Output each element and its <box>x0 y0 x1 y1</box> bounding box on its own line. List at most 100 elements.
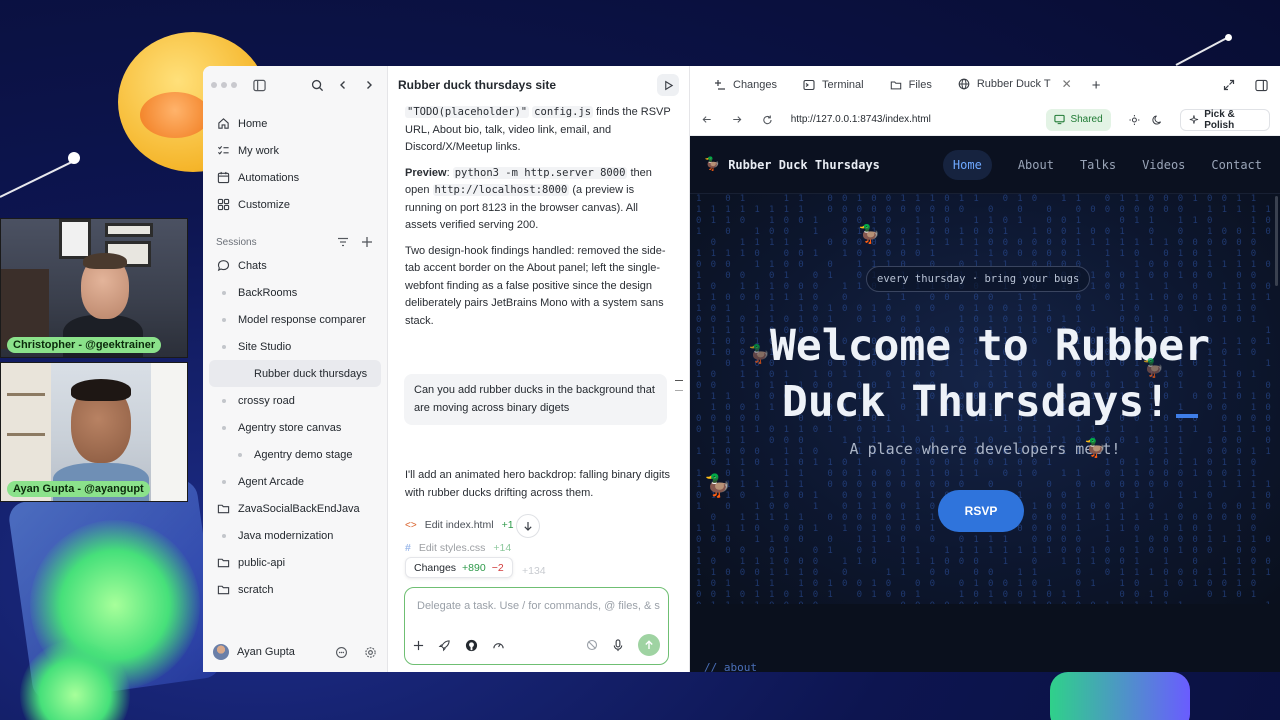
session-item-agentry-demo-stage[interactable]: Agentry demo stage <box>209 441 381 468</box>
wall-frame <box>105 223 153 237</box>
session-item-agent-arcade[interactable]: Agent Arcade <box>209 468 381 495</box>
run-button[interactable] <box>657 74 679 96</box>
session-item-site-studio[interactable]: Site Studio <box>209 333 381 360</box>
url-text: http://127.0.0.1:8743/index.html <box>790 114 931 125</box>
edit-item[interactable]: <> Edit index.html +1 <box>405 516 514 534</box>
hash-icon: # <box>405 542 411 554</box>
changes-summary-button[interactable]: Changes +890 −2 <box>405 557 513 578</box>
back-arrow-icon[interactable] <box>702 114 712 125</box>
session-label: Agent Arcade <box>238 475 305 488</box>
changes-removed: −2 <box>491 561 504 574</box>
shared-button[interactable]: Shared <box>1046 108 1111 131</box>
filter-icon[interactable] <box>337 236 349 248</box>
site-nav-about[interactable]: About <box>1018 158 1054 172</box>
scroll-down-button[interactable] <box>516 514 540 538</box>
rsvp-button[interactable]: RSVP <box>938 490 1024 532</box>
nav-automations[interactable]: Automations <box>209 164 381 191</box>
edit-item[interactable]: # Edit styles.css +14 <box>405 539 511 557</box>
session-item-chats[interactable]: Chats <box>209 252 381 279</box>
sun-icon[interactable] <box>1129 114 1140 126</box>
rocket-icon[interactable] <box>438 639 451 652</box>
session-item-scratch[interactable]: scratch <box>209 576 381 603</box>
gauge-icon[interactable] <box>492 639 505 652</box>
gear-icon[interactable] <box>364 646 377 659</box>
bullet-icon <box>238 452 242 457</box>
nav-customize[interactable]: Customize <box>209 191 381 218</box>
session-item-crossy-road[interactable]: crossy road <box>209 387 381 414</box>
send-button[interactable] <box>638 634 660 656</box>
reload-icon[interactable] <box>762 114 773 126</box>
duck-icon: 🦆 <box>704 157 721 172</box>
tab-label: Files <box>908 79 932 91</box>
tab-label: Changes <box>733 79 778 91</box>
session-item-public-api[interactable]: public-api <box>209 549 381 576</box>
add-icon[interactable] <box>413 640 424 651</box>
new-session-icon[interactable] <box>361 236 373 248</box>
forward-arrow-icon[interactable] <box>732 114 742 125</box>
back-icon[interactable] <box>333 75 353 95</box>
url-field[interactable]: http://127.0.0.1:8743/index.html <box>785 109 1023 131</box>
website-preview: 🦆 Rubber Duck Thursdays Home About Talks… <box>690 136 1280 672</box>
site-hero: 1 0 0 0 0 1 1 1 1 0 0 0 0 0 0 1 1 0 0 0 … <box>690 194 1280 604</box>
session-item-rubber-duck-thursdays[interactable]: Rubber duck thursdays <box>209 360 381 387</box>
typing-cursor <box>1176 414 1199 418</box>
nav-home[interactable]: Home <box>209 110 381 137</box>
sparkle-icon <box>1190 115 1199 124</box>
tab-files[interactable]: Files <box>880 66 942 104</box>
github-icon[interactable] <box>465 639 478 652</box>
site-brand[interactable]: 🦆 Rubber Duck Thursdays <box>704 157 880 172</box>
feedback-icon[interactable] <box>335 646 348 659</box>
tab-terminal[interactable]: Terminal <box>793 66 874 104</box>
changes-added: +890 <box>462 561 486 574</box>
message-paragraph: Preview: python3 -m http.server 8000 the… <box>405 166 652 231</box>
inline-code: python3 -m http.server 8000 <box>452 166 628 179</box>
browser-panel: Changes Terminal Files Rubber Duck T ✕ + <box>690 66 1280 672</box>
tab-changes[interactable]: Changes <box>704 66 787 104</box>
duck-sprite-icon: 🦆 <box>1084 438 1107 459</box>
site-nav-home[interactable]: Home <box>942 149 992 180</box>
play-icon <box>664 80 673 90</box>
site-scrollbar[interactable] <box>1275 196 1278 286</box>
shared-label: Shared <box>1070 114 1103 125</box>
nav-my-work[interactable]: My work <box>209 137 381 164</box>
expand-icon[interactable] <box>1223 79 1235 91</box>
session-label: Chats <box>238 259 267 272</box>
arrow-up-icon <box>645 640 653 649</box>
microphone-icon[interactable] <box>612 638 624 652</box>
sidebar-nav: Home My work Automations Customize <box>203 104 387 218</box>
site-nav-contact[interactable]: Contact <box>1211 158 1262 172</box>
session-item-backrooms[interactable]: BackRooms <box>209 279 381 306</box>
session-label: ZavaSocialBackEndJava <box>238 502 360 515</box>
toggle-panel-icon[interactable] <box>1255 79 1268 92</box>
session-item-agentry-store-canvas[interactable]: Agentry store canvas <box>209 414 381 441</box>
site-nav-videos[interactable]: Videos <box>1142 158 1185 172</box>
message-paragraph: "TODO(placeholder)" config.js finds the … <box>405 104 671 157</box>
decor-line <box>0 161 73 198</box>
search-icon[interactable] <box>307 75 327 95</box>
site-nav-talks[interactable]: Talks <box>1080 158 1116 172</box>
assistant-message: "TODO(placeholder)" config.js finds the … <box>405 104 671 338</box>
toggle-sidebar-icon[interactable] <box>249 75 269 95</box>
new-tab-icon[interactable]: + <box>1092 77 1101 94</box>
bullet-icon <box>222 344 226 349</box>
session-item-java-modernization[interactable]: Java modernization <box>209 522 381 549</box>
voice-off-icon[interactable] <box>586 639 598 651</box>
chat-panel: Rubber duck thursdays site "TODO(placeho… <box>388 66 690 672</box>
session-label: scratch <box>238 583 274 596</box>
close-tab-icon[interactable]: ✕ <box>1062 77 1072 91</box>
avatar[interactable] <box>213 644 229 660</box>
pick-and-polish-button[interactable]: Pick & Polish <box>1180 108 1270 131</box>
sidebar-footer: Ayan Gupta <box>203 632 387 672</box>
tab-rubber-duck-site[interactable]: Rubber Duck T ✕ <box>947 66 1082 104</box>
paragraph-label: Preview <box>405 166 447 179</box>
edit-count: +14 <box>493 542 512 554</box>
composer-input[interactable]: Delegate a task. Use / for commands, @ f… <box>417 600 660 612</box>
moon-icon[interactable] <box>1151 114 1163 126</box>
window-controls[interactable] <box>211 82 237 88</box>
session-item-zavasocialbackendjava[interactable]: ZavaSocialBackEndJava <box>209 495 381 522</box>
calendar-icon <box>217 171 230 184</box>
forward-icon[interactable] <box>359 75 379 95</box>
session-item-model-response-comparer[interactable]: Model response comparer <box>209 306 381 333</box>
nav-label: Home <box>238 117 268 130</box>
folder-icon <box>217 504 230 514</box>
